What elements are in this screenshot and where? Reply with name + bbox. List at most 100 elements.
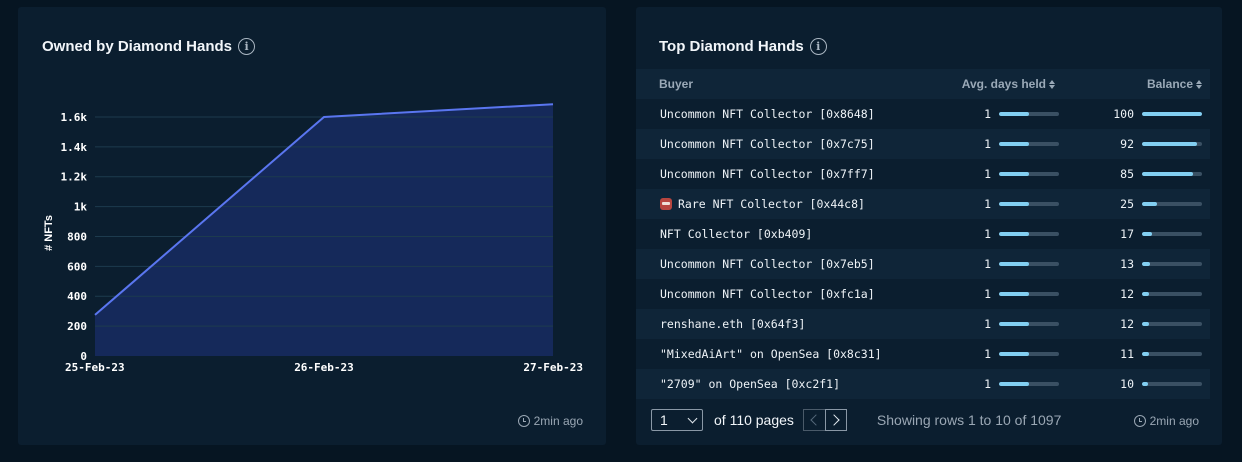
days-held-cell: 1 xyxy=(936,317,1059,331)
days-held-value: 1 xyxy=(984,227,991,241)
days-held-cell: 1 xyxy=(936,287,1059,301)
days-held-bar xyxy=(999,352,1059,356)
buyer-cell[interactable]: Rare NFT Collector [0x44c8] xyxy=(636,197,936,211)
days-held-bar xyxy=(999,322,1059,326)
last-updated: 2min ago xyxy=(1133,414,1199,428)
pagination: 1 of 110 pages Showing rows 1 to 10 of 1… xyxy=(651,409,1061,431)
days-held-bar xyxy=(999,202,1059,206)
balance-value: 17 xyxy=(1120,227,1134,241)
next-page-button[interactable] xyxy=(824,409,847,431)
owned-by-diamond-hands-panel: Owned by Diamond Hands i 0 200 400 600 800 1k… xyxy=(18,7,606,445)
balance-bar-fill xyxy=(1142,352,1149,356)
days-held-bar-fill xyxy=(999,262,1029,266)
last-updated: 2min ago xyxy=(517,414,583,428)
clock-icon xyxy=(1133,415,1146,427)
sort-icon[interactable] xyxy=(1196,79,1202,89)
buyer-cell[interactable]: renshane.eth [0x64f3] xyxy=(636,317,936,331)
chevron-left-icon xyxy=(810,414,822,426)
buyer-cell[interactable]: Uncommon NFT Collector [0x7c75] xyxy=(636,137,936,151)
buyer-cell[interactable]: Uncommon NFT Collector [0x8648] xyxy=(636,107,936,121)
days-held-value: 1 xyxy=(984,317,991,331)
balance-bar-fill xyxy=(1142,172,1193,176)
balance-bar xyxy=(1142,352,1202,356)
table-row[interactable]: "MixedAiArt" on OpenSea [0x8c31] 1 11 xyxy=(636,339,1210,369)
balance-bar-fill xyxy=(1142,262,1150,266)
table-row[interactable]: Uncommon NFT Collector [0x7eb5] 1 13 xyxy=(636,249,1210,279)
previous-page-button[interactable] xyxy=(802,409,825,431)
days-held-cell: 1 xyxy=(936,227,1059,241)
current-page: 1 xyxy=(660,412,668,428)
sort-icon[interactable] xyxy=(1049,79,1055,89)
days-held-bar xyxy=(999,142,1059,146)
table-row[interactable]: "2709" on OpenSea [0xc2f1] 1 10 xyxy=(636,369,1210,399)
balance-value: 85 xyxy=(1120,167,1134,181)
buyer-name: Uncommon NFT Collector [0x7ff7] xyxy=(660,167,875,181)
balance-value: 13 xyxy=(1120,257,1134,271)
days-held-value: 1 xyxy=(984,257,991,271)
y-tick-label: 800 xyxy=(67,230,87,243)
balance-value: 100 xyxy=(1113,107,1134,121)
days-held-bar-fill xyxy=(999,112,1029,116)
y-axis-label: # NFTs xyxy=(43,215,55,251)
buyer-cell[interactable]: NFT Collector [0xb409] xyxy=(636,227,936,241)
balance-bar xyxy=(1142,232,1202,236)
y-tick-label: 1.6k xyxy=(61,111,88,124)
table-row[interactable]: Uncommon NFT Collector [0x7c75] 1 92 xyxy=(636,129,1210,159)
table-row[interactable]: NFT Collector [0xb409] 1 17 xyxy=(636,219,1210,249)
y-tick-label: 1.4k xyxy=(61,141,88,154)
y-tick-label: 400 xyxy=(67,290,87,303)
days-held-value: 1 xyxy=(984,107,991,121)
panel-title: Top Diamond Hands i xyxy=(659,38,827,55)
balance-value: 10 xyxy=(1120,377,1134,391)
table-body: Uncommon NFT Collector [0x8648] 1 100 Uncom… xyxy=(636,99,1210,399)
balance-cell: 17 xyxy=(1059,227,1202,241)
x-tick-label: 26-Feb-23 xyxy=(294,361,354,374)
balance-bar xyxy=(1142,262,1202,266)
days-held-cell: 1 xyxy=(936,257,1059,271)
balance-bar-fill xyxy=(1142,292,1150,296)
rows-info: Showing rows 1 to 10 of 1097 xyxy=(876,412,1062,428)
days-held-value: 1 xyxy=(984,167,991,181)
column-avg-days-held[interactable]: Avg. days held xyxy=(936,77,1059,91)
table-row[interactable]: renshane.eth [0x64f3] 1 12 xyxy=(636,309,1210,339)
table-header: Buyer Avg. days held Balance xyxy=(636,69,1210,99)
x-tick-label: 25-Feb-23 xyxy=(65,361,125,374)
days-held-bar-fill xyxy=(999,142,1029,146)
buyer-cell[interactable]: Uncommon NFT Collector [0x7ff7] xyxy=(636,167,936,181)
column-days-label: Avg. days held xyxy=(961,77,1046,91)
balance-cell: 10 xyxy=(1059,377,1202,391)
buyer-name: NFT Collector [0xb409] xyxy=(660,227,813,241)
table-row[interactable]: Uncommon NFT Collector [0xfc1a] 1 12 xyxy=(636,279,1210,309)
buyer-cell[interactable]: Uncommon NFT Collector [0xfc1a] xyxy=(636,287,936,301)
buyer-name: Uncommon NFT Collector [0x7eb5] xyxy=(660,257,875,271)
chevron-right-icon xyxy=(828,414,841,426)
buyer-name: "MixedAiArt" on OpenSea [0x8c31] xyxy=(660,347,882,361)
days-held-bar-fill xyxy=(999,352,1029,356)
balance-bar xyxy=(1142,112,1202,116)
buyer-cell[interactable]: "2709" on OpenSea [0xc2f1] xyxy=(636,377,936,391)
balance-bar xyxy=(1142,172,1202,176)
table-row[interactable]: Uncommon NFT Collector [0x8648] 1 100 xyxy=(636,99,1210,129)
table-row[interactable]: Rare NFT Collector [0x44c8] 1 25 xyxy=(636,189,1210,219)
balance-bar-fill xyxy=(1142,382,1148,386)
balance-bar xyxy=(1142,382,1202,386)
days-held-bar-fill xyxy=(999,172,1029,176)
column-balance[interactable]: Balance xyxy=(1059,77,1202,91)
top-diamond-hands-panel: Top Diamond Hands i Buyer Avg. days held… xyxy=(636,7,1222,445)
days-held-bar-fill xyxy=(999,322,1029,326)
column-balance-label: Balance xyxy=(1146,77,1193,91)
balance-cell: 85 xyxy=(1059,167,1202,181)
days-held-cell: 1 xyxy=(936,377,1059,391)
balance-bar xyxy=(1142,322,1202,326)
balance-value: 12 xyxy=(1120,287,1134,301)
balance-cell: 25 xyxy=(1059,197,1202,211)
days-held-bar xyxy=(999,262,1059,266)
buyer-cell[interactable]: Uncommon NFT Collector [0x7eb5] xyxy=(636,257,936,271)
page-select[interactable]: 1 xyxy=(651,409,703,431)
balance-bar-fill xyxy=(1142,202,1157,206)
days-held-value: 1 xyxy=(984,377,991,391)
buyer-cell[interactable]: "MixedAiArt" on OpenSea [0x8c31] xyxy=(636,347,936,361)
info-icon[interactable]: i xyxy=(809,38,827,55)
table-row[interactable]: Uncommon NFT Collector [0x7ff7] 1 85 xyxy=(636,159,1210,189)
days-held-bar xyxy=(999,292,1059,296)
